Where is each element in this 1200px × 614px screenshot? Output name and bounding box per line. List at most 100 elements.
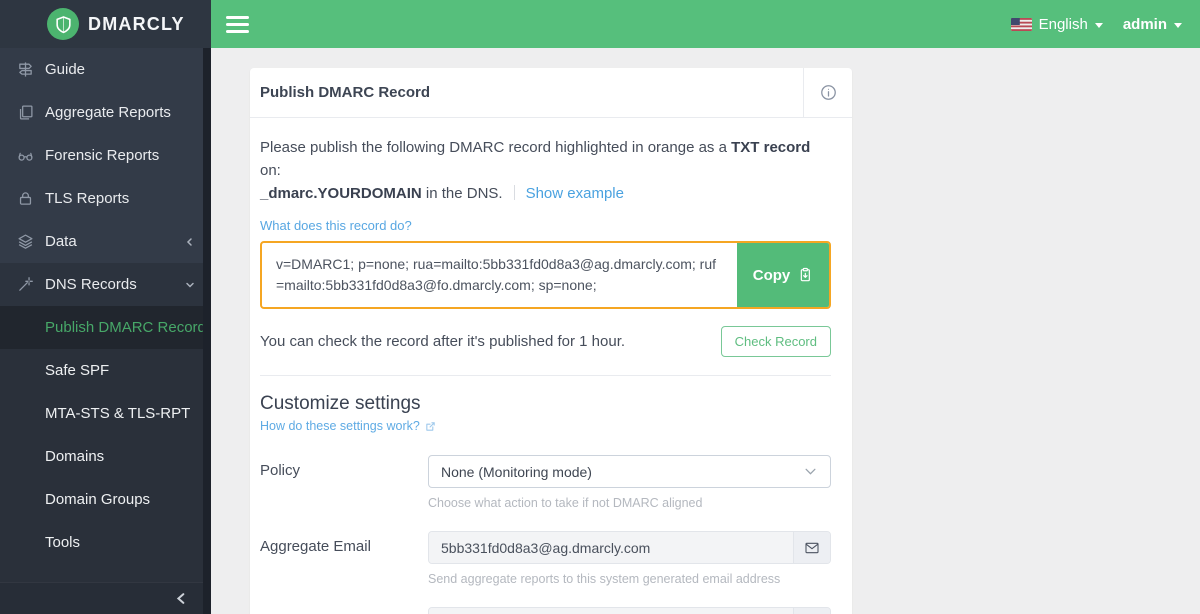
- logo-text: DMARCLY: [88, 14, 185, 35]
- publish-dmarc-card: Publish DMARC Record Please publish the …: [250, 68, 852, 614]
- sidebar-item-label: Safe SPF: [45, 362, 109, 379]
- chevron-left-icon: [184, 235, 196, 247]
- policy-select[interactable]: None (Monitoring mode): [428, 455, 831, 488]
- card-header: Publish DMARC Record: [250, 68, 852, 118]
- section-divider: [260, 375, 831, 376]
- intro-bold-dmarc-host: _dmarc.YOURDOMAIN: [260, 185, 422, 202]
- settings-help-link[interactable]: How do these settings work?: [260, 419, 436, 433]
- sidebar-item-label: MTA-STS & TLS-RPT: [45, 405, 190, 422]
- dns-records-submenu: Publish DMARC Record Safe SPF MTA-STS & …: [0, 306, 211, 564]
- username-label: admin: [1123, 16, 1167, 33]
- sidebar-item-dns-records[interactable]: DNS Records: [0, 263, 211, 306]
- sidebar-item-label: Tools: [45, 534, 80, 551]
- envelope-icon: [793, 532, 830, 563]
- intro-part: on:: [260, 162, 281, 179]
- content-area: Publish DMARC Record Please publish the …: [211, 48, 1200, 614]
- sidebar-item-safe-spf[interactable]: Safe SPF: [0, 349, 211, 392]
- sidebar-item-label: Domain Groups: [45, 491, 150, 508]
- shield-logo-icon: [47, 8, 79, 40]
- topbar-right: English admin: [1011, 16, 1182, 33]
- sidebar-item-forensic-reports[interactable]: Forensic Reports: [0, 134, 211, 177]
- sidebar-item-label: Data: [45, 233, 77, 250]
- logo[interactable]: DMARCLY: [0, 0, 211, 48]
- external-link-icon: [425, 421, 436, 432]
- sidebar-item-label: DNS Records: [45, 276, 137, 293]
- page-title: Publish DMARC Record: [250, 68, 803, 117]
- forensic-email-row: Forensic Email Send forensic reports to …: [260, 607, 831, 614]
- text-divider: [514, 185, 515, 200]
- policy-row: Policy None (Monitoring mode) Choose wha…: [260, 455, 831, 510]
- forensic-email-group: [428, 607, 831, 614]
- wand-icon: [17, 276, 34, 293]
- check-record-button[interactable]: Check Record: [721, 326, 831, 357]
- settings-help-label: How do these settings work?: [260, 419, 420, 433]
- sidebar-footer: [0, 582, 203, 614]
- language-label: English: [1039, 16, 1088, 33]
- glasses-icon: [17, 147, 34, 164]
- topbar: English admin: [211, 0, 1200, 48]
- settings-form: Policy None (Monitoring mode) Choose wha…: [260, 455, 831, 614]
- info-icon: [820, 84, 837, 101]
- sidebar-item-label: TLS Reports: [45, 190, 129, 207]
- check-record-row: You can check the record after it's publ…: [260, 326, 831, 357]
- caret-down-icon: [1095, 23, 1103, 28]
- sidebar-item-label: Publish DMARC Record: [45, 319, 206, 336]
- card-body: Please publish the following DMARC recor…: [250, 118, 852, 614]
- info-button[interactable]: [803, 68, 852, 117]
- sidebar-item-tools[interactable]: Tools: [0, 521, 211, 564]
- copy-button-label: Copy: [753, 267, 791, 284]
- policy-label: Policy: [260, 455, 428, 510]
- policy-selected-value: None (Monitoring mode): [441, 464, 592, 480]
- sidebar-item-domains[interactable]: Domains: [0, 435, 211, 478]
- lock-icon: [17, 190, 34, 207]
- sidebar-item-data[interactable]: Data: [0, 220, 211, 263]
- sidebar-scrollbar[interactable]: [203, 48, 211, 614]
- intro-part: Please publish the following DMARC recor…: [260, 139, 731, 156]
- sidebar-item-aggregate-reports[interactable]: Aggregate Reports: [0, 91, 211, 134]
- hamburger-menu-icon[interactable]: [226, 16, 249, 33]
- aggregate-email-row: Aggregate Email Send aggregate reports t…: [260, 531, 831, 586]
- us-flag-icon: [1011, 18, 1032, 31]
- sidebar-item-tls-reports[interactable]: TLS Reports: [0, 177, 211, 220]
- intro-text: Please publish the following DMARC recor…: [260, 136, 831, 205]
- chevron-down-icon: [803, 464, 818, 479]
- sidebar-item-mta-sts-tls-rpt[interactable]: MTA-STS & TLS-RPT: [0, 392, 211, 435]
- clipboard-icon: [797, 267, 813, 283]
- sidebar-item-guide[interactable]: Guide: [0, 48, 211, 91]
- app-window: DMARCLY Guide Aggregate Reports Forensic…: [0, 0, 1200, 614]
- show-example-link[interactable]: Show example: [526, 185, 624, 202]
- copy-button[interactable]: Copy: [737, 243, 829, 307]
- signpost-icon: [17, 61, 34, 78]
- sidebar-nav: Guide Aggregate Reports Forensic Reports…: [0, 48, 211, 306]
- customize-settings-title: Customize settings: [260, 393, 831, 415]
- caret-down-icon: [1174, 23, 1182, 28]
- aggregate-email-field[interactable]: [429, 532, 793, 563]
- aggregate-email-helper-text: Send aggregate reports to this system ge…: [428, 572, 831, 586]
- intro-part: in the DNS.: [422, 185, 503, 202]
- envelope-icon: [793, 608, 830, 614]
- language-menu[interactable]: English: [1011, 16, 1103, 33]
- sidebar-item-label: Forensic Reports: [45, 147, 159, 164]
- dmarc-record-box: v=DMARC1; p=none; rua=mailto:5bb331fd0d8…: [260, 241, 831, 309]
- intro-bold-txt-record: TXT record: [731, 139, 810, 156]
- what-does-record-do-link[interactable]: What does this record do?: [260, 218, 412, 233]
- sidebar-item-label: Domains: [45, 448, 104, 465]
- forensic-email-label: Forensic Email: [260, 607, 428, 614]
- chevron-down-icon: [184, 278, 196, 290]
- sidebar-item-label: Guide: [45, 61, 85, 78]
- sidebar-item-publish-dmarc-record[interactable]: Publish DMARC Record: [0, 306, 211, 349]
- aggregate-email-label: Aggregate Email: [260, 531, 428, 586]
- forensic-email-field[interactable]: [429, 608, 793, 614]
- pages-icon: [17, 104, 34, 121]
- aggregate-email-group: [428, 531, 831, 564]
- sidebar: DMARCLY Guide Aggregate Reports Forensic…: [0, 0, 211, 614]
- policy-helper-text: Choose what action to take if not DMARC …: [428, 496, 831, 510]
- collapse-sidebar-icon[interactable]: [174, 591, 189, 606]
- main-area: English admin Publish DMARC Record: [211, 0, 1200, 614]
- sidebar-item-label: Aggregate Reports: [45, 104, 171, 121]
- layers-icon: [17, 233, 34, 250]
- user-menu[interactable]: admin: [1111, 16, 1182, 33]
- sidebar-item-domain-groups[interactable]: Domain Groups: [0, 478, 211, 521]
- check-record-text: You can check the record after it's publ…: [260, 333, 625, 350]
- dmarc-record-value[interactable]: v=DMARC1; p=none; rua=mailto:5bb331fd0d8…: [262, 243, 737, 307]
